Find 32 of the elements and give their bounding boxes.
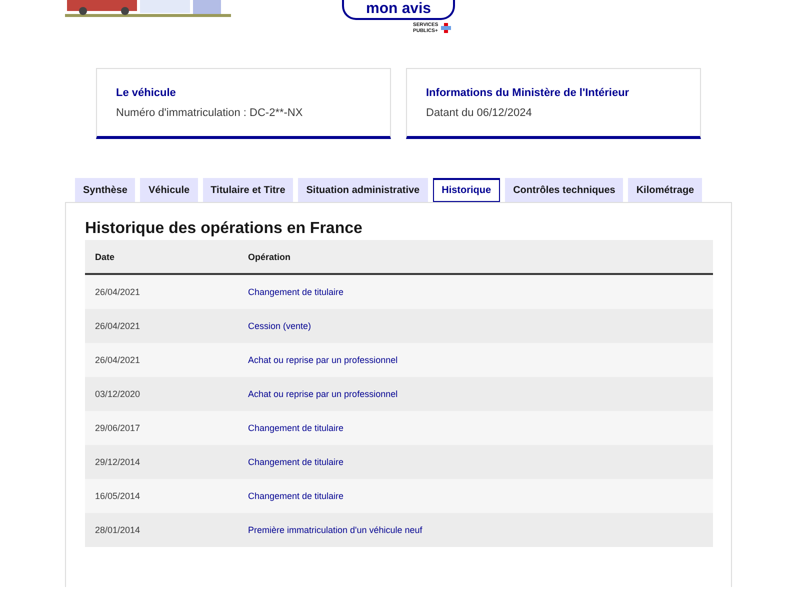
operation-link[interactable]: Cession (vente) — [238, 309, 713, 343]
card-text: Numéro d'immatriculation : DC-2**-NX — [116, 107, 304, 119]
section-title: Historique des opérations en France — [85, 220, 364, 238]
tab[interactable]: Contrôles techniques — [505, 178, 624, 202]
operation-link[interactable]: Changement de titulaire — [238, 445, 713, 479]
tab[interactable]: Synthèse — [75, 178, 136, 202]
date-cell: 03/12/2020 — [85, 377, 238, 411]
tab[interactable]: Situation administrative — [298, 178, 428, 202]
date-cell: 29/06/2017 — [85, 411, 238, 445]
card-title: Le véhicule — [116, 87, 177, 99]
tab[interactable]: Historique — [432, 178, 500, 202]
operation-link[interactable]: Changement de titulaire — [238, 274, 713, 309]
column-header: Date — [85, 240, 238, 274]
tab[interactable]: Véhicule — [140, 178, 198, 202]
card-text: Datant du 06/12/2024 — [426, 107, 533, 119]
card-title: Informations du Ministère de l'Intérieur — [426, 87, 630, 99]
cross-logo-icon — [441, 23, 451, 33]
column-header: Opération — [238, 240, 713, 274]
operation-link[interactable]: Première immatriculation d'un véhicule neuf — [238, 513, 713, 547]
feedback-button[interactable]: mon avis — [342, 0, 455, 20]
operation-link[interactable]: Changement de titulaire — [238, 411, 713, 445]
operation-link[interactable]: Achat ou reprise par un professionnel — [238, 377, 713, 411]
date-cell: 16/05/2014 — [85, 479, 238, 513]
date-cell: 26/04/2021 — [85, 343, 238, 377]
date-cell: 26/04/2021 — [85, 274, 238, 309]
operation-link[interactable]: Changement de titulaire — [238, 479, 713, 513]
tab[interactable]: Titulaire et Titre — [202, 178, 294, 202]
date-cell: 28/01/2014 — [85, 513, 238, 547]
date-cell: 29/12/2014 — [85, 445, 238, 479]
operation-link[interactable]: Achat ou reprise par un professionnel — [238, 343, 713, 377]
date-cell: 26/04/2021 — [85, 309, 238, 343]
tab[interactable]: Kilométrage — [628, 178, 702, 202]
